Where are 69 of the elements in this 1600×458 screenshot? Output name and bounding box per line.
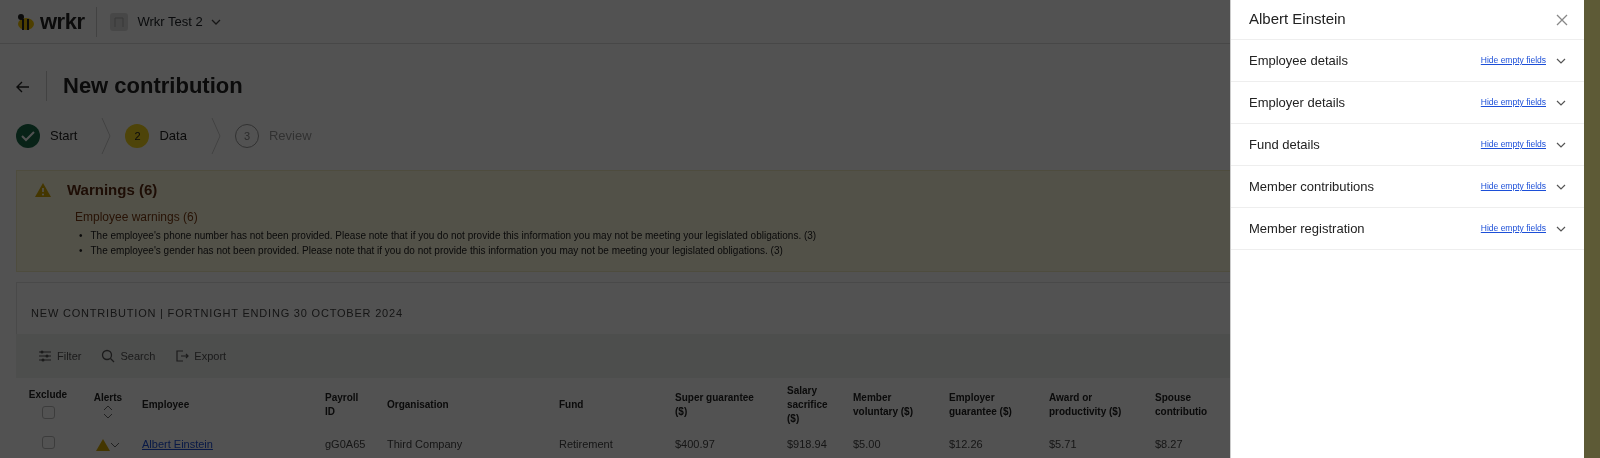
- column-header: Employer guarantee ($): [949, 391, 1013, 419]
- table-cell: $5.00: [853, 438, 881, 450]
- export-icon: [175, 349, 190, 363]
- warning-icon: [35, 183, 51, 198]
- step-label: Data: [159, 127, 187, 146]
- column-header: Alerts: [92, 390, 124, 405]
- table-cell: Third Company: [387, 438, 463, 450]
- chevron-icon: [1556, 183, 1566, 190]
- column-header: Payroll ID: [325, 391, 360, 419]
- column-header: Salary sacrifice ($): [787, 384, 829, 426]
- hide-empty-fields-link[interactable]: Hide empty fields: [1480, 222, 1546, 235]
- hide-empty-fields-link[interactable]: Hide empty fields: [1480, 180, 1546, 193]
- bullet: •: [79, 228, 83, 243]
- hide-empty-fields-link[interactable]: Hide empty fields: [1480, 138, 1546, 151]
- sort-icon: [103, 405, 113, 420]
- employee-link[interactable]: Albert Einstein: [142, 438, 213, 450]
- logo-text: wrkr: [40, 8, 85, 36]
- hide-empty-fields-link[interactable]: Hide empty fields: [1480, 96, 1546, 109]
- table-cell: $918.94: [787, 438, 827, 450]
- chevron-icon: [1556, 99, 1566, 106]
- close-button[interactable]: [1556, 13, 1568, 26]
- table-cell: $400.97: [675, 438, 715, 450]
- column-header: Award or productivity ($): [1049, 391, 1123, 419]
- expand-button[interactable]: [1556, 57, 1566, 64]
- chevron-icon: [1556, 57, 1566, 64]
- sliders-icon: [38, 349, 52, 363]
- step-number: 2: [125, 124, 150, 148]
- column-header: Employee: [142, 399, 190, 410]
- column-header: Organisation: [387, 399, 449, 410]
- column-header: Spouse contributio: [1155, 391, 1209, 419]
- column-header: Exclude: [27, 387, 69, 402]
- column-header: Super guarantee ($): [675, 391, 755, 419]
- caret-icon: [110, 442, 120, 449]
- check-circle-icon: [16, 124, 40, 148]
- section-heading: Member registration: [1249, 219, 1365, 238]
- caret-icon: [210, 18, 221, 25]
- warning-message: The employee's gender has not been provided. Please note that if you do not provide this information you may not be meeting your legislated obligations. (3): [90, 243, 783, 258]
- column-header: Fund: [559, 399, 584, 410]
- section-heading: Fund details: [1249, 135, 1320, 154]
- column-header: Member voluntary ($): [853, 391, 914, 419]
- arrow-left-icon: [16, 80, 30, 93]
- hide-empty-fields-link[interactable]: Hide empty fields: [1480, 54, 1546, 67]
- step-label: Start: [50, 127, 78, 146]
- table-cell: gG0A65: [325, 438, 366, 450]
- expand-button[interactable]: [1556, 225, 1566, 232]
- section-heading: Employee details: [1249, 51, 1348, 70]
- warnings-title: Warnings (6): [67, 180, 158, 200]
- search-icon: [101, 349, 116, 363]
- chevron-icon: [1556, 225, 1566, 232]
- table-cell: $12.26: [949, 438, 983, 450]
- workspace-dropdown[interactable]: Wrkr Test 2: [109, 11, 221, 32]
- step-item[interactable]: 2 Data: [111, 118, 211, 154]
- section-heading: Member contributions: [1249, 177, 1374, 196]
- step-item[interactable]: Start: [2, 118, 102, 154]
- page-title: New contribution: [63, 72, 243, 100]
- expand-button[interactable]: [1556, 99, 1566, 106]
- chevron-icon: [1556, 141, 1566, 148]
- warnings-group-title: Employee warnings (6): [75, 208, 199, 226]
- close-icon: [1556, 13, 1568, 26]
- table-cell: $8.27: [1155, 438, 1183, 450]
- section-heading: Employer details: [1249, 93, 1346, 112]
- expand-button[interactable]: [1556, 183, 1566, 190]
- table-cell: Retirement: [559, 438, 613, 450]
- table-cell: $5.71: [1049, 438, 1077, 450]
- panel-title: Albert Einstein: [1249, 9, 1346, 30]
- expand-button[interactable]: [1556, 141, 1566, 148]
- bee-icon: [16, 12, 36, 31]
- warning-message: The employee's phone number has not been provided. Please note that if you do not provide this information you may not be meeting your legislated obligations. (3): [90, 228, 817, 243]
- bullet: •: [79, 243, 83, 258]
